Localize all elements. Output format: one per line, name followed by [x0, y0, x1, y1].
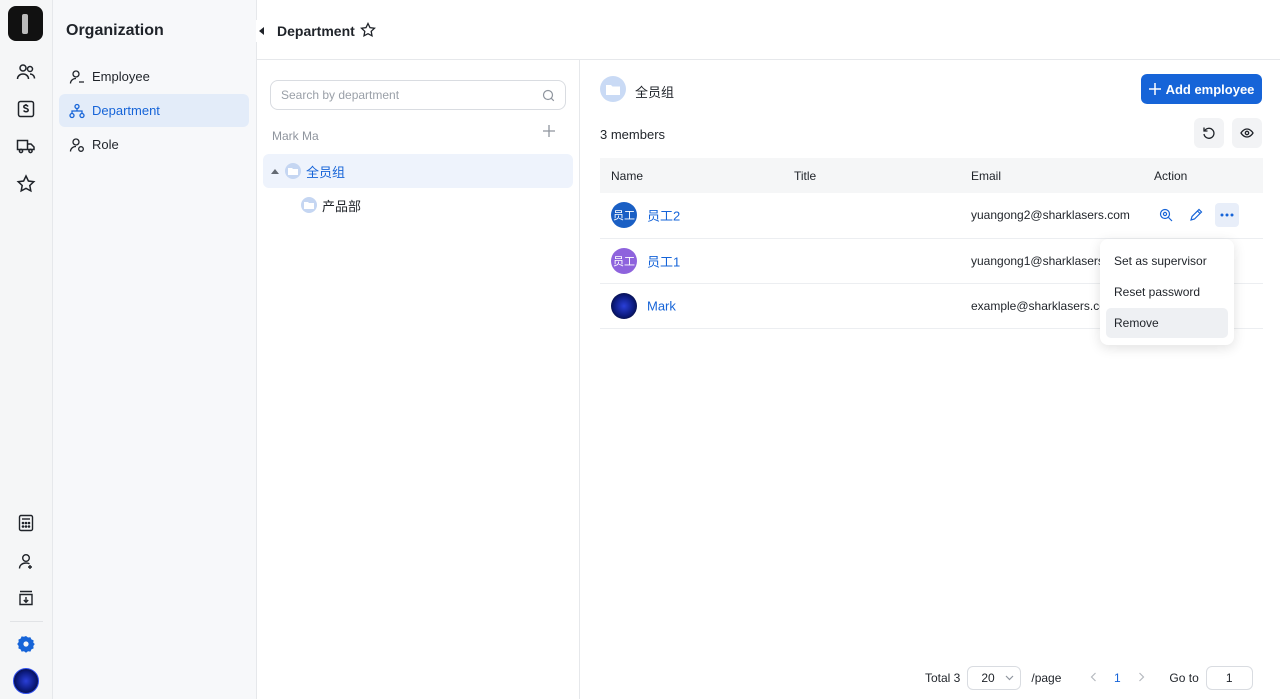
employee-name-link[interactable]: 员工1	[647, 254, 680, 269]
truck-icon[interactable]	[14, 134, 38, 158]
rail-divider	[10, 621, 43, 622]
per-page-label: /page	[1031, 671, 1062, 685]
column-header: Email	[960, 158, 1143, 193]
name-cell: 员工 员工2	[600, 193, 783, 239]
edit-icon[interactable]	[1184, 203, 1208, 227]
org-tree-icon	[69, 103, 85, 118]
sidebar-item-label: Employee	[92, 69, 150, 84]
add-department-icon[interactable]	[542, 124, 556, 141]
goto-label: Go to	[1169, 671, 1199, 685]
table-header-row: Name Title Email Action	[600, 158, 1263, 193]
total-count: Total 3	[925, 671, 961, 685]
title-cell	[783, 283, 960, 329]
more-options-icon[interactable]	[1214, 203, 1239, 228]
pagination: Total 3 20 /page 1 Go to 1	[925, 666, 1253, 690]
email-cell: yuangong2@sharklasers.com	[960, 193, 1143, 239]
favorite-star-icon[interactable]	[360, 22, 376, 41]
table-row: 员工 员工2 yuangong2@sharklasers.com	[600, 193, 1263, 239]
avatar	[611, 292, 637, 319]
member-count: 3 members	[600, 127, 666, 142]
search-icon	[542, 89, 555, 101]
settings-icon[interactable]	[14, 632, 38, 656]
department-search[interactable]	[270, 80, 566, 110]
menu-item-remove[interactable]: Remove	[1106, 308, 1228, 338]
employee-name-link[interactable]: Mark	[647, 298, 676, 313]
name-cell: Mark	[600, 283, 783, 329]
department-detail-panel: 全员组 Add employee 3 members Name Title Em…	[580, 60, 1280, 699]
page-title: Department	[277, 23, 355, 39]
tree-node-child[interactable]: 产品部	[301, 188, 573, 222]
action-cell	[1143, 193, 1263, 239]
caret-up-icon[interactable]	[271, 168, 279, 174]
sidebar-title: Organization	[66, 22, 164, 39]
department-icon	[285, 163, 301, 179]
row-actions-menu: Set as supervisor Reset password Remove	[1100, 239, 1234, 345]
sidebar-item-department[interactable]: Department	[59, 94, 249, 127]
chevron-down-icon	[1005, 675, 1014, 681]
person-icon[interactable]	[14, 549, 38, 573]
department-icon	[301, 197, 317, 213]
next-page-icon[interactable]	[1129, 671, 1153, 685]
page-size-value: 20	[981, 671, 995, 685]
sidebar-item-employee[interactable]: Employee	[59, 60, 249, 93]
refresh-icon	[1203, 127, 1215, 139]
tree-node-root[interactable]: 全员组	[263, 154, 573, 188]
view-toggle-button[interactable]	[1232, 118, 1262, 148]
column-header: Name	[600, 158, 783, 193]
group-icon	[600, 76, 626, 102]
avatar: 员工	[611, 202, 637, 229]
user-avatar[interactable]	[13, 668, 39, 694]
plus-icon	[1148, 83, 1161, 95]
prev-page-icon[interactable]	[1081, 671, 1105, 685]
title-cell	[783, 238, 960, 284]
column-header: Title	[783, 158, 960, 193]
title-cell	[783, 193, 960, 239]
calculator-icon[interactable]	[14, 511, 38, 535]
sidebar-item-label: Role	[92, 137, 119, 152]
menu-item-set-supervisor[interactable]: Set as supervisor	[1106, 246, 1228, 276]
star-icon[interactable]	[14, 172, 38, 196]
wallet-icon[interactable]	[14, 97, 38, 121]
employee-name-link[interactable]: 员工2	[647, 209, 680, 224]
inbox-icon[interactable]	[14, 586, 38, 610]
tree-node-label: 产品部	[322, 198, 362, 214]
tree-owner-label: Mark Ma	[272, 129, 319, 143]
app-logo[interactable]	[8, 6, 43, 41]
sidebar-item-role[interactable]: Role	[59, 128, 249, 161]
column-header: Action	[1143, 158, 1263, 193]
menu-item-reset-password[interactable]: Reset password	[1106, 277, 1228, 307]
search-input[interactable]	[281, 88, 542, 102]
role-icon	[69, 137, 84, 152]
add-employee-label: Add employee	[1165, 81, 1255, 97]
add-employee-button[interactable]: Add employee	[1141, 74, 1262, 104]
page-size-select[interactable]: 20	[967, 666, 1022, 690]
eye-icon	[1240, 128, 1254, 138]
name-cell: 员工 员工1	[600, 238, 783, 284]
page-number[interactable]: 1	[1105, 671, 1129, 685]
user-icon	[69, 69, 84, 84]
users-icon[interactable]	[14, 60, 38, 84]
avatar: 员工	[611, 247, 637, 274]
department-tree-panel: Mark Ma 全员组 产品部	[257, 60, 580, 699]
org-sidebar: Organization Employee Department Role	[53, 0, 257, 699]
goto-input[interactable]: 1	[1205, 666, 1253, 690]
permission-icon[interactable]	[1154, 203, 1178, 227]
tree-node-label: 全员组	[306, 164, 346, 180]
group-name: 全员组	[635, 85, 675, 100]
sidebar-item-label: Department	[92, 103, 160, 118]
page-header: Department	[257, 0, 1280, 60]
app-rail	[0, 0, 53, 699]
refresh-button[interactable]	[1194, 118, 1224, 148]
